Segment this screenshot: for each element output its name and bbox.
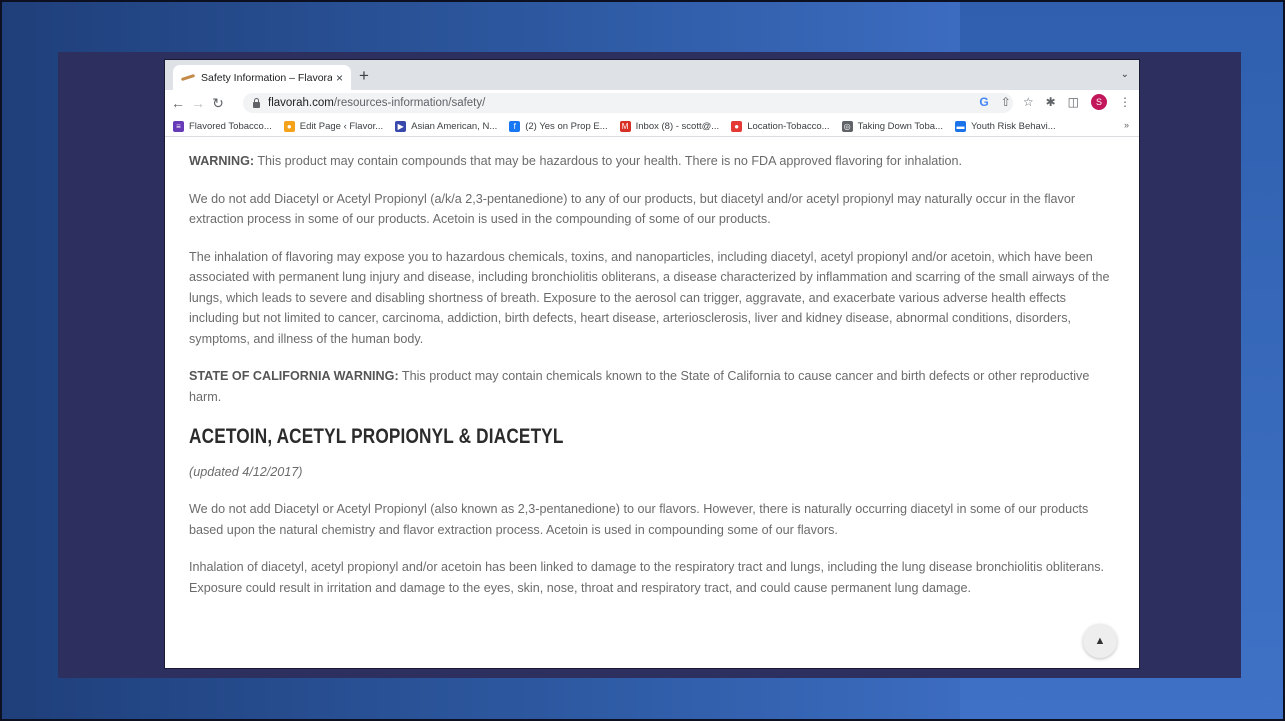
- california-warning-label: STATE OF CALIFORNIA WARNING:: [189, 369, 399, 383]
- kebab-menu-icon[interactable]: ⋮: [1119, 95, 1131, 109]
- bookmark-item[interactable]: ▶ Asian American, N...: [395, 120, 498, 132]
- warning-paragraph: WARNING: This product may contain compou…: [189, 151, 1115, 172]
- section-heading: Acetoin, Acetyl Propionyl & Diacetyl: [189, 425, 564, 448]
- tab-search-chevron-icon[interactable]: ⌄: [1121, 69, 1129, 80]
- globe-icon: ◎: [841, 120, 853, 132]
- side-panel-icon[interactable]: ◫: [1068, 95, 1079, 109]
- browser-window: Safety Information – Flavorah F × + ⌄ ← …: [165, 60, 1139, 668]
- warning-label: WARNING:: [189, 154, 255, 168]
- bookmark-item[interactable]: ≡ Flavored Tobacco...: [173, 120, 272, 132]
- paragraph-diacetyl-not-added: We do not add Diacetyl or Acetyl Propion…: [189, 191, 1076, 227]
- tab-close-icon[interactable]: ×: [336, 71, 343, 85]
- bookmark-item[interactable]: f (2) Yes on Prop E...: [509, 120, 608, 132]
- extensions-puzzle-icon[interactable]: ✱: [1046, 95, 1056, 109]
- facebook-icon: f: [509, 120, 521, 132]
- bookmark-label: Flavored Tobacco...: [189, 120, 272, 132]
- bookmark-label: Youth Risk Behavi...: [970, 120, 1056, 132]
- tab-title: Safety Information – Flavorah F: [201, 71, 332, 84]
- page-content: WARNING: This product may contain compou…: [165, 137, 1139, 598]
- bookmark-label: Asian American, N...: [411, 120, 498, 132]
- paragraph-respiratory-damage: Inhalation of diacetyl, acetyl propionyl…: [189, 560, 1105, 595]
- lock-icon: [253, 97, 260, 108]
- address-bar[interactable]: flavorah.com/resources-information/safet…: [243, 93, 1013, 113]
- bookmark-label: Inbox (8) - scott@...: [635, 120, 720, 132]
- bookmark-label: Taking Down Toba...: [857, 120, 943, 132]
- forward-arrow-icon[interactable]: →: [191, 95, 205, 111]
- star-icon[interactable]: ☆: [1023, 95, 1034, 109]
- bookmark-item[interactable]: ● Edit Page ‹ Flavor...: [283, 120, 384, 132]
- scroll-to-top-button[interactable]: ▲: [1083, 624, 1117, 658]
- bookmark-label: Location-Tobacco...: [747, 120, 830, 132]
- search-icon: ●: [283, 120, 295, 132]
- new-tab-button[interactable]: +: [359, 66, 369, 86]
- california-warning-paragraph: STATE OF CALIFORNIA WARNING: This produc…: [189, 366, 1115, 407]
- flavorah-favicon-icon: [181, 73, 195, 83]
- toolbar-icons: G ⇧ ☆ ✱ ◫ S ⋮: [979, 94, 1131, 110]
- reload-icon[interactable]: ↻: [211, 95, 225, 112]
- flag-icon: ▬: [954, 120, 966, 132]
- bookmarks-overflow-icon[interactable]: »: [1124, 120, 1129, 130]
- tab-strip: Safety Information – Flavorah F × + ⌄: [165, 60, 1139, 90]
- paragraph-naturally-occurring: We do not add Diacetyl or Acetyl Propion…: [189, 502, 1089, 537]
- avatar[interactable]: S: [1091, 94, 1107, 110]
- share-icon[interactable]: ⇧: [1001, 95, 1011, 109]
- caret-up-icon: ▲: [1094, 635, 1106, 647]
- bookmark-label: (2) Yes on Prop E...: [525, 120, 608, 132]
- bookmark-item[interactable]: M Inbox (8) - scott@...: [619, 120, 720, 132]
- back-arrow-icon[interactable]: ←: [171, 95, 185, 111]
- bookmarks-bar: ≡ Flavored Tobacco... ● Edit Page ‹ Flavor.…: [165, 116, 1139, 137]
- play-icon: ▶: [395, 120, 407, 132]
- updated-date: (updated 4/12/2017): [189, 464, 303, 479]
- url-host: flavorah.com: [268, 97, 334, 109]
- gmail-icon: M: [619, 120, 631, 132]
- bookmark-label: Edit Page ‹ Flavor...: [299, 120, 384, 132]
- bookmark-item[interactable]: ◎ Taking Down Toba...: [841, 120, 943, 132]
- google-icon[interactable]: G: [979, 95, 988, 109]
- bookmark-item[interactable]: ▬ Youth Risk Behavi...: [954, 120, 1056, 132]
- circle-icon: ●: [731, 120, 743, 132]
- form-icon: ≡: [173, 120, 184, 132]
- paragraph-inhalation-hazards: The inhalation of flavoring may expose y…: [189, 249, 1110, 346]
- bookmark-item[interactable]: ● Location-Tobacco...: [731, 120, 830, 132]
- tab-safety-information[interactable]: Safety Information – Flavorah F ×: [173, 65, 351, 90]
- url-path: /resources-information/safety/: [333, 97, 486, 109]
- warning-text: This product may contain compounds that …: [254, 154, 963, 168]
- browser-toolbar: ← → ↻ flavorah.com/resources-information…: [165, 90, 1139, 116]
